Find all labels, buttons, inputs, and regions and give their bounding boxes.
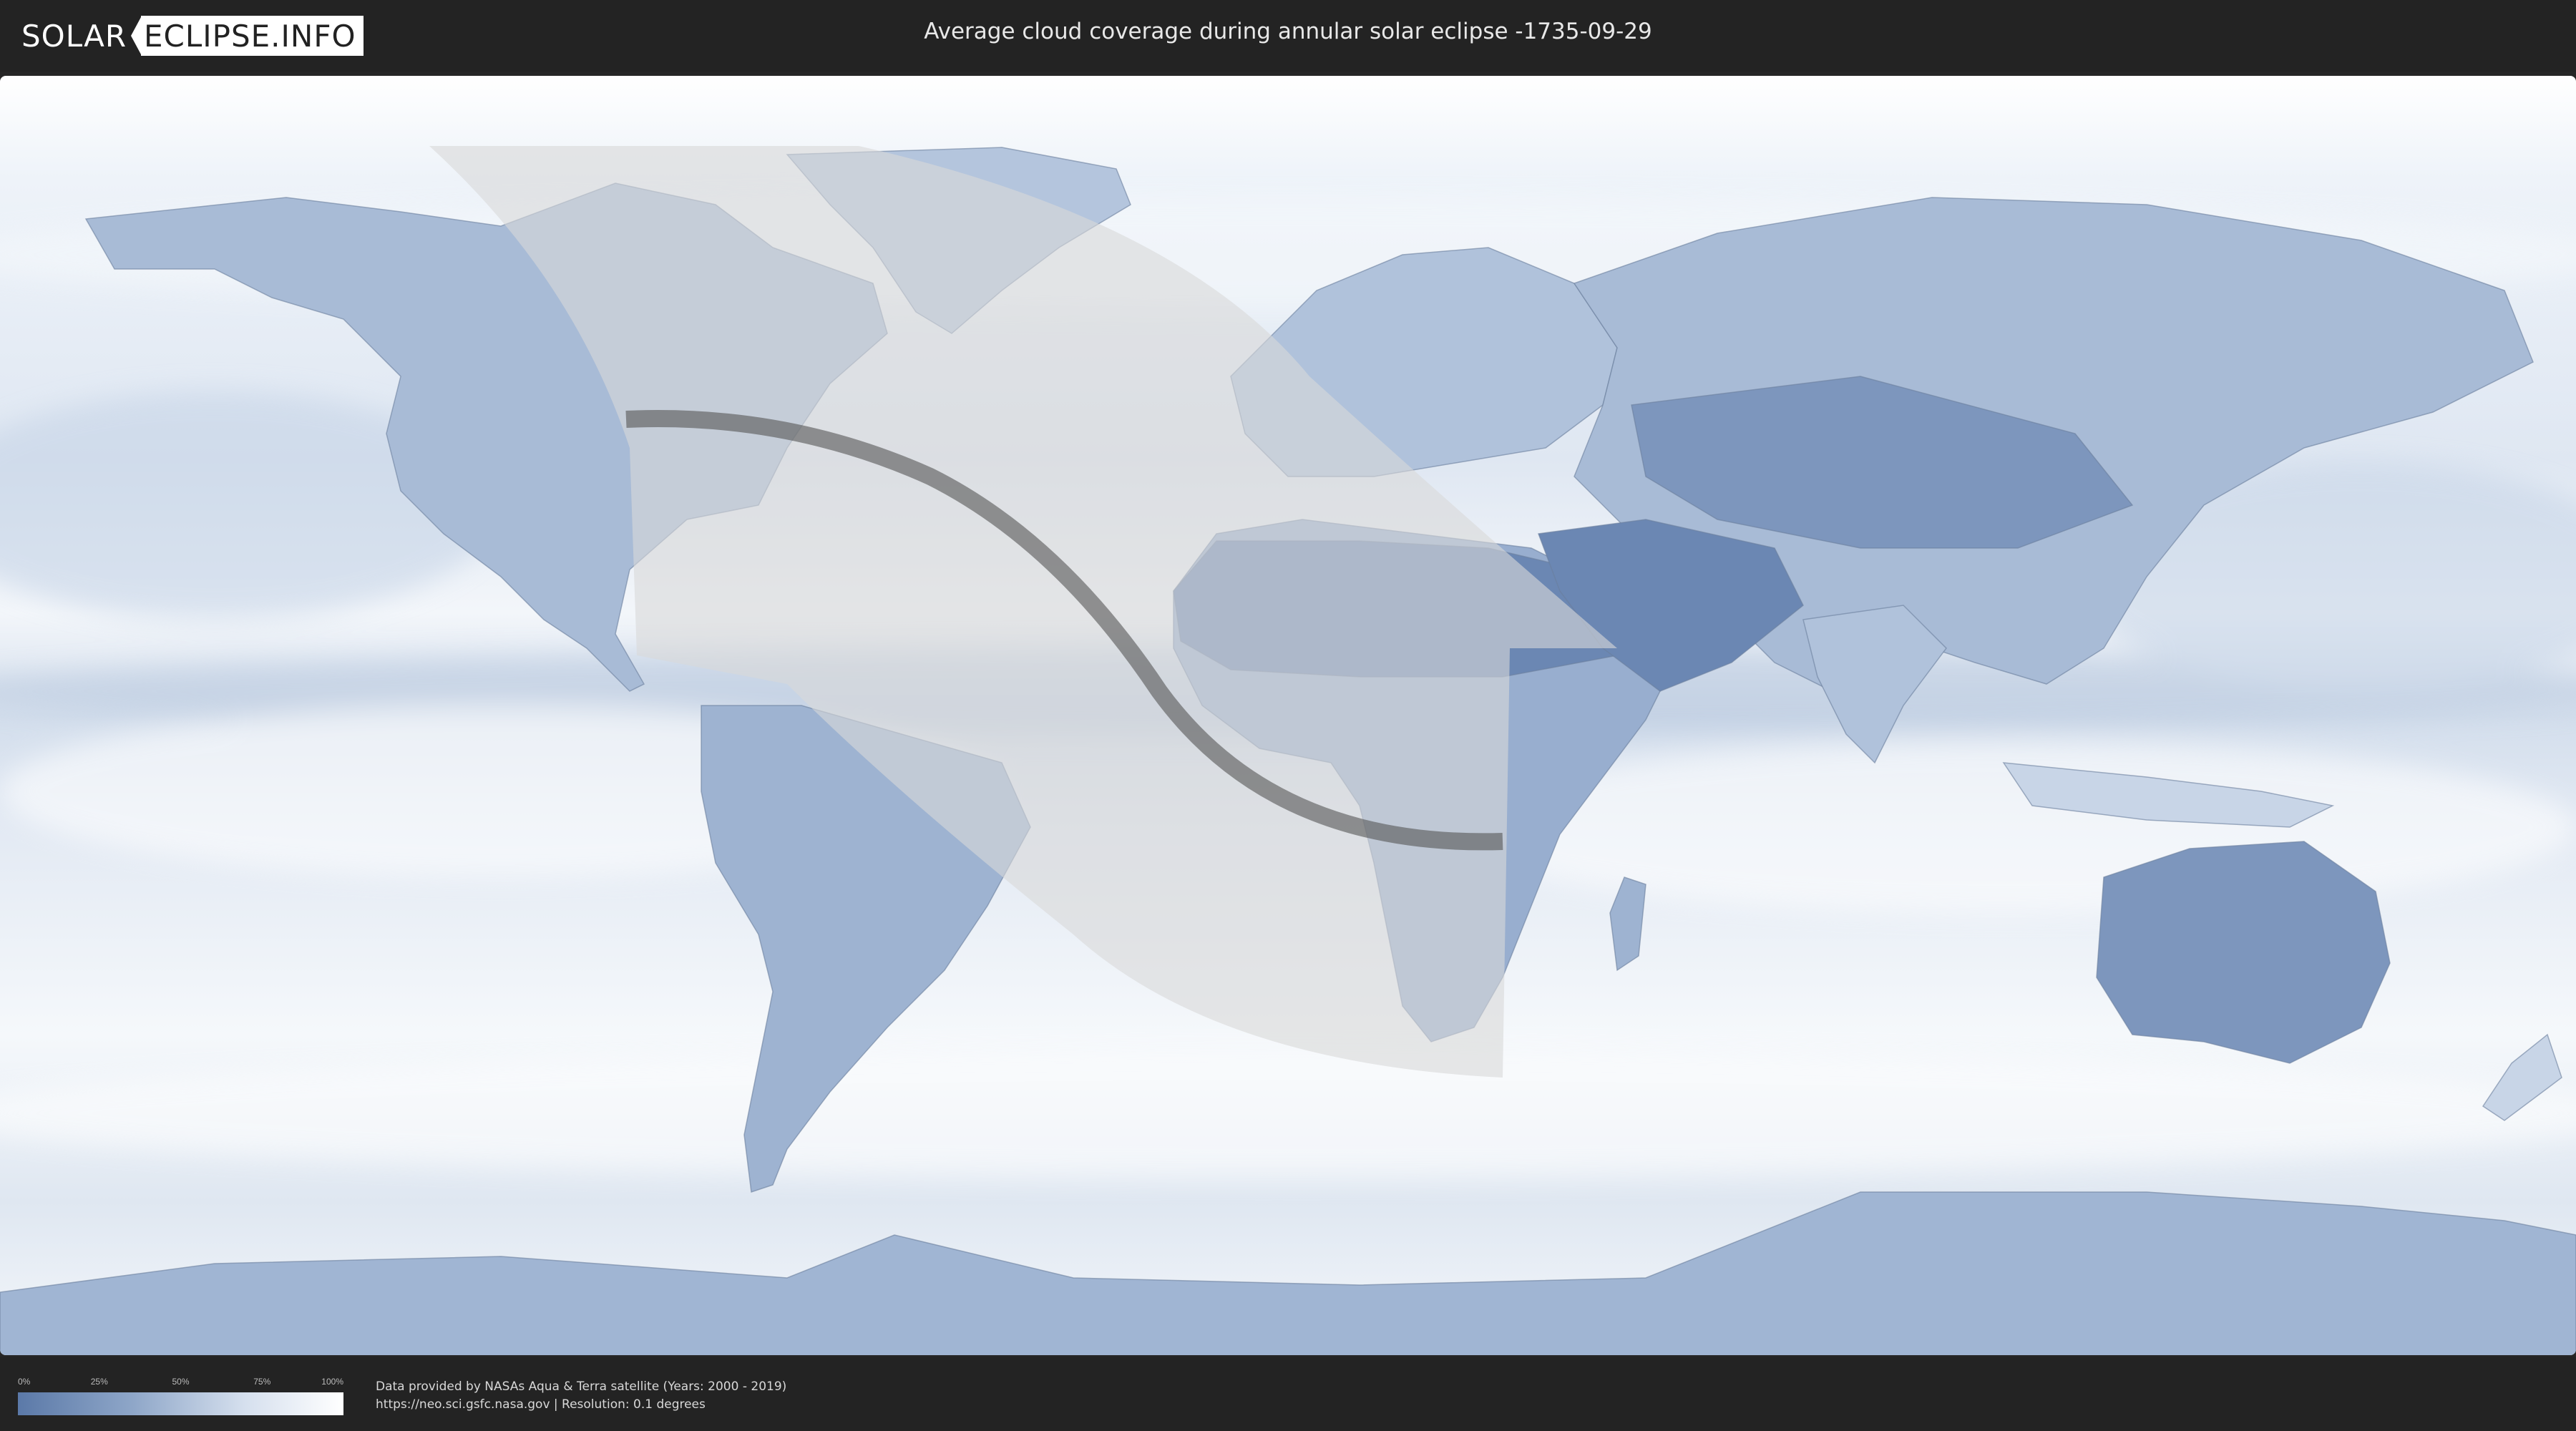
world-map-svg — [0, 76, 2576, 1355]
legend-tick-0: 0% — [18, 1377, 31, 1387]
credits-line-source: Data provided by NASAs Aqua & Terra sate… — [376, 1379, 787, 1394]
legend-ticks: 0% 25% 50% 75% 100% — [18, 1377, 343, 1388]
legend-tick-50: 50% — [172, 1377, 190, 1387]
top-bar: SOLAR ECLIPSE.INFO Average cloud coverag… — [0, 0, 2576, 72]
legend-tick-25: 25% — [90, 1377, 108, 1387]
legend-gradient-bar — [18, 1392, 343, 1415]
cloud-coverage-map[interactable] — [0, 76, 2576, 1355]
legend-tick-75: 75% — [253, 1377, 271, 1387]
data-credits: Data provided by NASAs Aqua & Terra sate… — [376, 1378, 786, 1414]
legend-tick-100: 100% — [321, 1377, 343, 1387]
credits-line-url[interactable]: https://neo.sci.gsfc.nasa.gov | Resoluti… — [376, 1396, 786, 1414]
page-title: Average cloud coverage during annular so… — [924, 19, 1652, 44]
australia — [2096, 841, 2391, 1064]
cloud-legend: 0% 25% 50% 75% 100% — [18, 1377, 343, 1415]
